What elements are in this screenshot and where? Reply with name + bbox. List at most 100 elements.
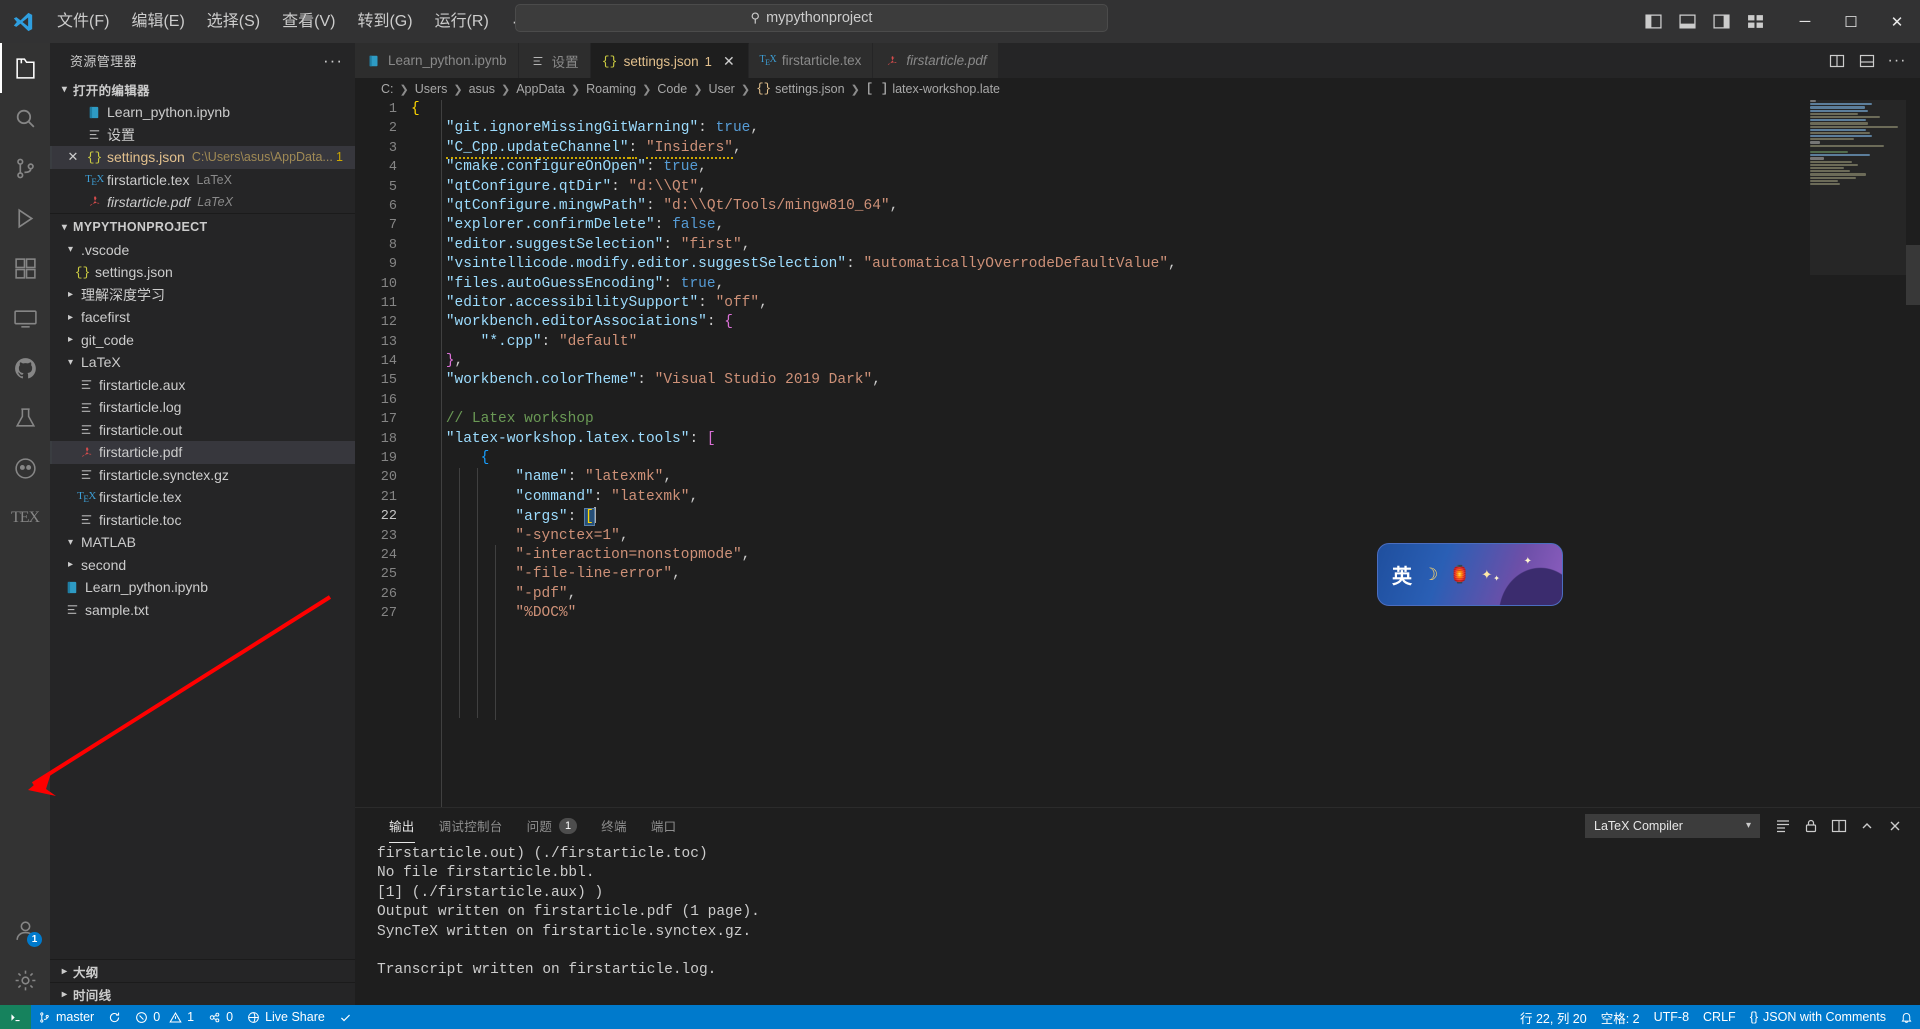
section-outline[interactable]: ▸ 大纲 — [50, 959, 355, 982]
section-open-editors[interactable]: ▾ 打开的编辑器 — [50, 78, 355, 101]
panel-tab-problems[interactable]: 问题 1 — [515, 808, 590, 843]
customize-layout-icon[interactable] — [1738, 0, 1772, 43]
section-timeline[interactable]: ▸ 时间线 — [50, 982, 355, 1005]
activity-latex-workshop[interactable]: TEX — [0, 493, 50, 543]
output-content[interactable]: firstarticle.out) (./firstarticle.toc) N… — [355, 843, 1920, 1005]
tree-item-firstarticle-out[interactable]: firstarticle.out — [50, 419, 355, 442]
close-icon[interactable]: ✕ — [62, 149, 84, 165]
tree-item-settings-json[interactable]: {} settings.json — [50, 261, 355, 284]
panel-tab-terminal[interactable]: 终端 — [589, 808, 639, 843]
status-language-mode[interactable]: {} JSON with Comments — [1743, 1005, 1893, 1029]
open-editor-item-learn-python[interactable]: Learn_python.ipynb — [50, 101, 355, 124]
tree-item-facefirst[interactable]: ▸ facefirst — [50, 306, 355, 329]
clear-output-icon[interactable] — [1770, 813, 1796, 839]
panel-tab-debug-console[interactable]: 调试控制台 — [427, 808, 515, 843]
status-problems[interactable]: 0 1 — [128, 1005, 201, 1029]
panel-tab-ports[interactable]: 端口 — [639, 808, 689, 843]
activity-run-debug[interactable] — [0, 193, 50, 243]
open-editor-item-firstarticle-tex[interactable]: TEX firstarticle.tex LaTeX — [50, 169, 355, 192]
output-channel-select[interactable]: LaTeX Compiler ▾ — [1585, 813, 1760, 838]
activity-copilot[interactable] — [0, 443, 50, 493]
section-project-root[interactable]: ▾ MYPYTHONPROJECT — [50, 216, 355, 239]
menu-view[interactable]: 查看(V) — [271, 0, 346, 43]
activity-source-control[interactable] — [0, 143, 50, 193]
open-editor-item-firstarticle-pdf[interactable]: firstarticle.pdf LaTeX — [50, 191, 355, 214]
breadcrumb-item-asus[interactable]: asus — [469, 82, 495, 96]
tree-item-learn-python[interactable]: Learn_python.ipynb — [50, 576, 355, 599]
tab-firstarticle-tex[interactable]: TEX firstarticle.tex — [748, 43, 874, 78]
toggle-primary-sidebar-icon[interactable] — [1636, 0, 1670, 43]
split-editor-icon[interactable] — [1824, 43, 1850, 78]
code-editor[interactable]: 1 2 3 4 5 6 7 8 9 10 11 12 13 14 15 16 1 — [355, 100, 1920, 807]
breadcrumb-item-symbol[interactable]: [ ] latex-workshop.late — [866, 82, 1000, 96]
tree-item-latex-folder[interactable]: ▾ LaTeX — [50, 351, 355, 374]
minimize-button[interactable]: ─ — [1782, 0, 1828, 43]
lock-icon[interactable] — [1798, 813, 1824, 839]
tree-item-matlab[interactable]: ▾ MATLAB — [50, 531, 355, 554]
code-lines[interactable]: { "git.ignoreMissingGitWarning": true, "… — [411, 100, 1920, 807]
status-indentation[interactable]: 空格: 2 — [1594, 1005, 1647, 1029]
status-cursor-position[interactable]: 行 22, 列 20 — [1513, 1005, 1594, 1029]
status-branch[interactable]: master — [31, 1005, 101, 1029]
tab-settings-json[interactable]: {} settings.json 1 ✕ — [590, 43, 749, 78]
tree-item-firstarticle-aux[interactable]: firstarticle.aux — [50, 374, 355, 397]
layout-editor-icon[interactable] — [1854, 43, 1880, 78]
tree-item-vscode[interactable]: ▾ .vscode — [50, 239, 355, 262]
breadcrumb-item-user[interactable]: User — [708, 82, 734, 96]
close-panel-icon[interactable] — [1882, 813, 1908, 839]
more-actions-icon[interactable]: ··· — [1884, 43, 1910, 78]
breadcrumb-item-roaming[interactable]: Roaming — [586, 82, 636, 96]
menu-file[interactable]: 文件(F) — [46, 0, 120, 43]
tree-item-git-code[interactable]: ▸ git_code — [50, 329, 355, 352]
status-notifications[interactable] — [1893, 1005, 1920, 1029]
maximize-panel-icon[interactable] — [1854, 813, 1880, 839]
tab-firstarticle-pdf[interactable]: firstarticle.pdf — [873, 43, 999, 78]
editor-scrollbar[interactable] — [1906, 100, 1920, 807]
toggle-panel-icon[interactable] — [1670, 0, 1704, 43]
activity-github[interactable] — [0, 343, 50, 393]
open-editor-item-settings-ui[interactable]: 设置 — [50, 124, 355, 147]
tree-item-firstarticle-synctex[interactable]: firstarticle.synctex.gz — [50, 464, 355, 487]
tab-learn-python[interactable]: Learn_python.ipynb — [355, 43, 519, 78]
tree-item-firstarticle-toc[interactable]: firstarticle.toc — [50, 509, 355, 532]
tree-item-second[interactable]: ▸ second — [50, 554, 355, 577]
status-ports[interactable]: 0 — [201, 1005, 240, 1029]
activity-extensions[interactable] — [0, 243, 50, 293]
menu-run[interactable]: 运行(R) — [424, 0, 500, 43]
toggle-secondary-sidebar-icon[interactable] — [1704, 0, 1738, 43]
tree-item-firstarticle-pdf[interactable]: firstarticle.pdf — [50, 441, 355, 464]
tree-item-firstarticle-tex[interactable]: TEX firstarticle.tex — [50, 486, 355, 509]
status-eol[interactable]: CRLF — [1696, 1005, 1743, 1029]
open-editor-item-settings-json[interactable]: ✕ {} settings.json C:\Users\asus\AppData… — [50, 146, 355, 169]
breadcrumb-item-code[interactable]: Code — [657, 82, 687, 96]
breadcrumb-item-appdata[interactable]: AppData — [516, 82, 565, 96]
close-window-button[interactable]: ✕ — [1874, 0, 1920, 43]
ime-floating-widget[interactable]: 英 ☽ 🏮 ✦ ✦ ✦ — [1377, 543, 1563, 606]
status-remote-indicator[interactable] — [0, 1005, 31, 1029]
status-check[interactable] — [332, 1005, 359, 1029]
menu-go[interactable]: 转到(G) — [346, 0, 423, 43]
more-actions-icon[interactable]: ··· — [323, 51, 343, 71]
status-sync[interactable] — [101, 1005, 128, 1029]
tab-settings-ui[interactable]: 设置 — [518, 43, 591, 78]
panel-tab-output[interactable]: 输出 — [377, 808, 427, 843]
activity-remote-explorer[interactable] — [0, 293, 50, 343]
split-panel-icon[interactable] — [1826, 813, 1852, 839]
menu-selection[interactable]: 选择(S) — [196, 0, 271, 43]
menu-edit[interactable]: 编辑(E) — [120, 0, 195, 43]
activity-accounts[interactable]: 1 — [0, 905, 50, 955]
activity-search[interactable] — [0, 93, 50, 143]
tree-item-sample-txt[interactable]: sample.txt — [50, 599, 355, 622]
activity-explorer[interactable] — [0, 43, 50, 93]
tree-item-firstarticle-log[interactable]: firstarticle.log — [50, 396, 355, 419]
activity-testing[interactable] — [0, 393, 50, 443]
tree-item-deep-learning[interactable]: ▸ 理解深度学习 — [50, 284, 355, 307]
close-icon[interactable]: ✕ — [721, 53, 737, 70]
breadcrumb-item-users[interactable]: Users — [415, 82, 448, 96]
breadcrumb-item-drive[interactable]: C: — [381, 82, 394, 96]
breadcrumb-item-settings-json[interactable]: {} settings.json — [756, 82, 845, 96]
maximize-button[interactable]: ☐ — [1828, 0, 1874, 43]
activity-settings[interactable] — [0, 955, 50, 1005]
status-encoding[interactable]: UTF-8 — [1647, 1005, 1696, 1029]
status-live-share[interactable]: Live Share — [240, 1005, 332, 1029]
